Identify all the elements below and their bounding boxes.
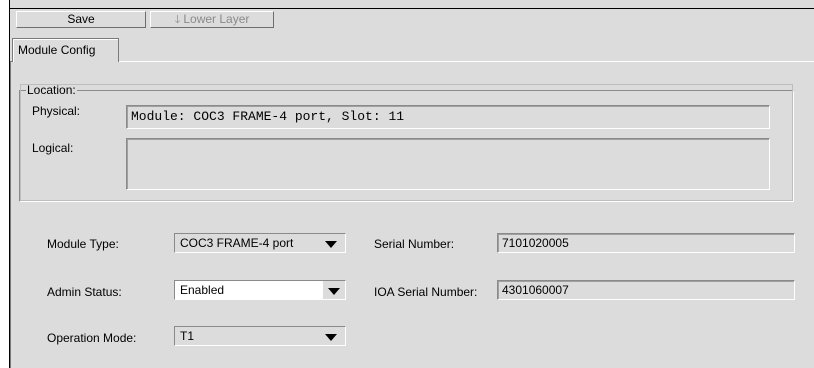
operation-mode-value: T1 — [180, 329, 195, 343]
admin-status-label: Admin Status: — [47, 285, 122, 299]
physical-label: Physical: — [32, 104, 81, 118]
panel-highlight — [118, 61, 814, 62]
ioa-serial-number-field[interactable]: 4301060007 — [497, 280, 795, 300]
physical-field[interactable]: Module: COC3 FRAME-4 port, Slot: 11 — [126, 105, 770, 129]
location-legend: Location: — [27, 83, 76, 97]
physical-value: Module: COC3 FRAME-4 port, Slot: 11 — [131, 109, 405, 124]
toolbar: Save 🡓 Lower Layer — [10, 9, 814, 31]
module-type-value: COC3 FRAME-4 port — [180, 236, 294, 250]
tab-module-config[interactable]: Module Config — [12, 38, 119, 62]
chevron-down-icon — [328, 288, 340, 295]
serial-number-label: Serial Number: — [374, 237, 455, 251]
save-button[interactable]: Save — [16, 11, 146, 28]
serial-number-field[interactable]: 7101020005 — [497, 233, 795, 253]
admin-status-select[interactable]: Enabled — [174, 280, 346, 300]
lower-layer-button[interactable]: 🡓 Lower Layer — [150, 11, 274, 28]
tab-label: Module Config — [18, 43, 96, 57]
operation-mode-label: Operation Mode: — [47, 331, 137, 345]
module-type-select[interactable]: COC3 FRAME-4 port — [174, 233, 346, 253]
chevron-down-icon — [325, 334, 337, 341]
operation-mode-select[interactable]: T1 — [174, 326, 346, 346]
lower-layer-label: Lower Layer — [183, 12, 250, 26]
module-type-label: Module Type: — [47, 237, 119, 251]
logical-label: Logical: — [32, 141, 74, 155]
serial-number-value: 7101020005 — [502, 236, 569, 250]
left-border — [0, 0, 10, 368]
ioa-serial-number-label: IOA Serial Number: — [374, 285, 478, 299]
save-button-label: Save — [67, 12, 95, 26]
ioa-serial-number-value: 4301060007 — [502, 283, 569, 297]
chevron-down-icon — [325, 241, 337, 248]
down-arrow-icon: 🡓 — [174, 14, 181, 26]
admin-status-value: Enabled — [180, 283, 225, 297]
window: Save 🡓 Lower Layer Module Config Location… — [0, 0, 814, 368]
logical-field[interactable] — [126, 138, 770, 190]
